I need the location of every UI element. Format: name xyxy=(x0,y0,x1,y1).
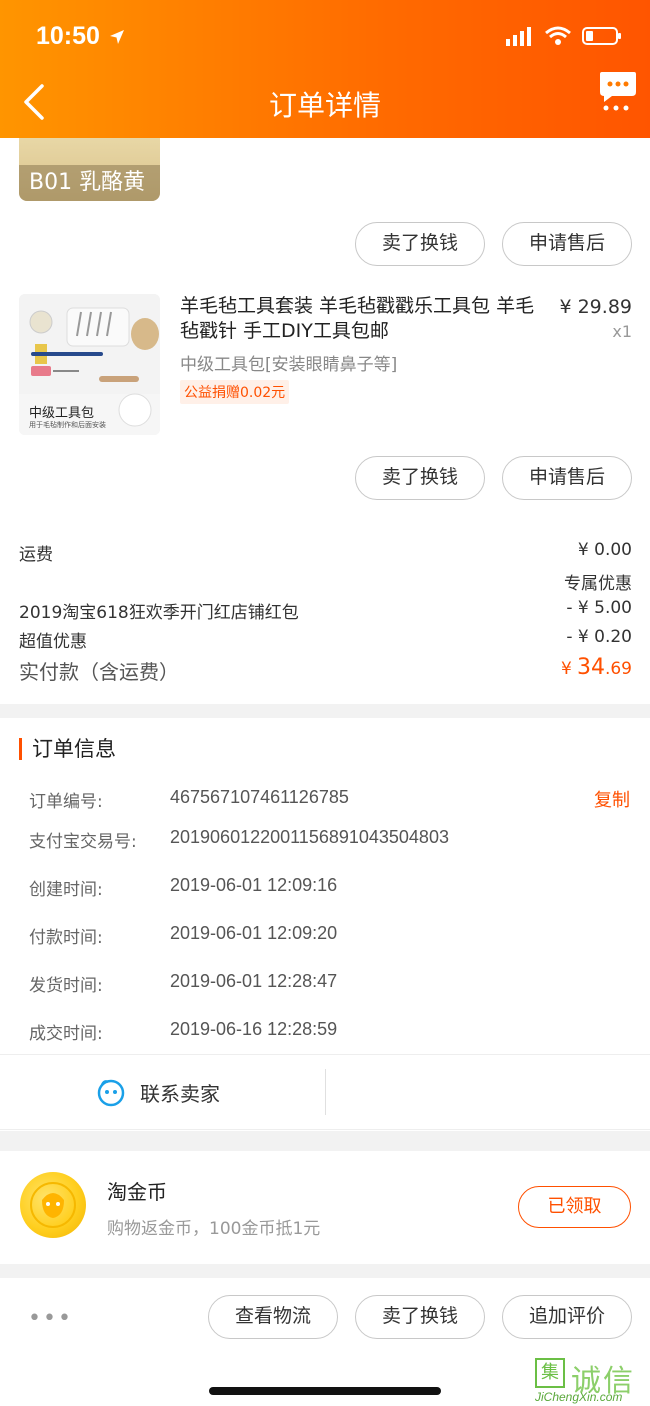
divider xyxy=(325,1069,326,1115)
claimed-button[interactable]: 已领取 xyxy=(518,1186,631,1228)
product-sku: 中级工具包[安装眼睛鼻子等] xyxy=(180,355,398,375)
gold-coin-icon xyxy=(20,1172,86,1238)
watermark-en: JiChengXin.com xyxy=(535,1390,623,1404)
info-label: 成交时间: xyxy=(29,1024,103,1044)
status-time: 10:50 xyxy=(36,22,100,50)
home-indicator[interactable] xyxy=(209,1387,441,1395)
battery-icon xyxy=(582,27,621,45)
exclusive-label: 专属优惠 xyxy=(564,574,632,594)
total-label: 实付款（含运费） xyxy=(19,660,179,684)
product-thumbnail[interactable]: 中级工具包 用于毛毡制作和后面安装 xyxy=(19,294,160,435)
chat-face-icon xyxy=(97,1079,125,1107)
product-title[interactable]: 羊毛毡工具套装 羊毛毡戳戳乐工具包 羊毛毡戳针 手工DIY工具包邮 xyxy=(180,294,550,344)
thumb-subcaption: 用于毛毡制作和后面安装 xyxy=(29,421,106,429)
watermark-box: 集 xyxy=(535,1358,565,1388)
total-dec: .69 xyxy=(604,659,632,679)
section-divider xyxy=(0,1264,650,1278)
shipped-time: 2019-06-01 12:28:47 xyxy=(170,971,338,991)
sku-swatch-label: B01 乳酪黄 xyxy=(19,165,160,201)
paid-time: 2019-06-01 12:09:20 xyxy=(170,923,338,943)
shipping-value: ¥ 0.00 xyxy=(577,540,632,560)
status-icons xyxy=(506,26,622,46)
info-label: 创建时间: xyxy=(29,880,103,900)
coins-subtitle: 购物返金币，100金币抵1元 xyxy=(107,1219,321,1239)
section-divider xyxy=(0,1131,650,1151)
info-label: 支付宝交易号: xyxy=(29,832,137,852)
watermark-logo: 集 诚信 JiChengXin.com xyxy=(531,1354,650,1406)
view-logistics-button[interactable]: 查看物流 xyxy=(208,1295,338,1339)
created-time: 2019-06-01 12:09:16 xyxy=(170,875,338,895)
completed-time: 2019-06-16 12:28:59 xyxy=(170,1019,338,1039)
wifi-icon xyxy=(545,26,571,45)
contact-seller-button[interactable]: 联系卖家 xyxy=(96,1077,220,1107)
copy-button[interactable]: 复制 xyxy=(594,786,630,812)
after-sale-button[interactable]: 申请售后 xyxy=(502,456,632,500)
product-price: ¥ 29.89 xyxy=(559,296,632,318)
page-title: 订单详情 xyxy=(268,89,381,122)
charity-tag: 公益捐赠0.02元 xyxy=(180,380,290,404)
sku-swatch-image: B01 乳酪黄 xyxy=(19,138,160,201)
after-sale-button[interactable]: 申请售后 xyxy=(502,222,632,266)
contact-seller-label: 联系卖家 xyxy=(140,1081,220,1106)
coins-title: 淘金币 xyxy=(107,1180,167,1204)
message-icon[interactable] xyxy=(598,68,638,112)
order-number: 467567107461126785 xyxy=(170,787,349,807)
coin-face-icon xyxy=(30,1182,76,1228)
total-value: ¥ 34.69 xyxy=(561,655,632,680)
sell-button[interactable]: 卖了换钱 xyxy=(355,222,485,266)
info-label: 付款时间: xyxy=(29,928,103,948)
discount-row: 超值优惠 - ¥ 0.20 xyxy=(19,627,632,652)
section-divider xyxy=(0,704,650,718)
add-review-button[interactable]: 追加评价 xyxy=(502,1295,632,1339)
thumb-caption: 中级工具包 xyxy=(29,406,95,421)
info-label: 发货时间: xyxy=(29,976,103,996)
order-info-title: 订单信息 xyxy=(19,738,116,760)
info-label: 订单编号: xyxy=(29,792,103,812)
shipping-row: 运费 ¥ 0.00 xyxy=(19,540,632,565)
discount-label: 超值优惠 xyxy=(19,632,87,652)
total-int: 34 xyxy=(576,655,605,680)
coupon-value: - ¥ 5.00 xyxy=(566,598,632,618)
sell-button[interactable]: 卖了换钱 xyxy=(355,1295,485,1339)
shipping-label: 运费 xyxy=(19,545,53,565)
location-arrow-icon xyxy=(110,30,124,44)
sell-button[interactable]: 卖了换钱 xyxy=(355,456,485,500)
coupon-label: 2019淘宝618狂欢季开门红店铺红包 xyxy=(19,603,299,623)
signal-icon xyxy=(506,27,531,46)
discount-value: - ¥ 0.20 xyxy=(566,627,632,647)
product-quantity: x1 xyxy=(612,322,632,341)
total-currency: ¥ xyxy=(561,659,572,679)
coupon-row: 2019淘宝618狂欢季开门红店铺红包 - ¥ 5.00 xyxy=(19,598,632,623)
alipay-txn-number: 2019060122001156891043504803 xyxy=(170,827,449,847)
app-header: 10:50 订单详情 xyxy=(0,0,650,138)
contact-bar: 联系卖家 xyxy=(0,1054,650,1130)
more-icon[interactable]: ••• xyxy=(28,1306,73,1331)
